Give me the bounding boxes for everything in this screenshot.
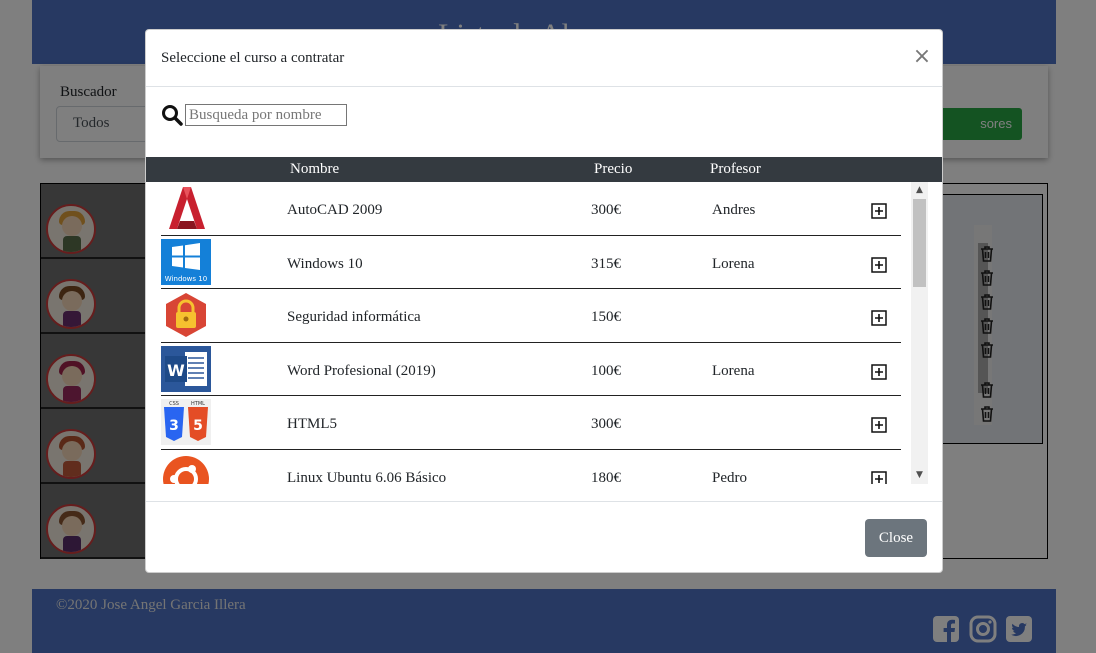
windows10-caption: Windows 10 xyxy=(165,275,207,283)
course-price: 150€ xyxy=(591,309,621,325)
column-header-teacher: Profesor xyxy=(710,161,761,177)
autocad-icon xyxy=(161,185,211,231)
table-row: Linux Ubuntu 6.06 Básico 180€ Pedro xyxy=(161,450,901,485)
svg-text:CSS: CSS xyxy=(169,401,179,407)
course-name: AutoCAD 2009 xyxy=(287,202,383,218)
course-name: Word Profesional (2019) xyxy=(287,362,436,379)
table-row: Seguridad informática 150€ xyxy=(161,289,901,343)
course-name: Linux Ubuntu 6.06 Básico xyxy=(287,469,447,485)
modal-footer: Close xyxy=(146,501,942,572)
svg-text:5: 5 xyxy=(193,418,203,434)
close-button[interactable]: Close xyxy=(865,519,927,557)
courses-list: AutoCAD 2009 300€ Andres Windows 10 Wind… xyxy=(161,182,928,484)
table-header: Nombre Precio Profesor xyxy=(146,157,942,182)
modal-header: Seleccione el curso a contratar × xyxy=(146,30,942,87)
plus-square-icon[interactable] xyxy=(871,363,887,380)
plus-square-icon[interactable] xyxy=(871,256,887,273)
svg-text:W: W xyxy=(167,361,185,380)
scrollbar-thumb[interactable] xyxy=(913,199,926,287)
course-teacher: Lorena xyxy=(712,362,755,379)
course-price: 315€ xyxy=(591,255,621,272)
svg-text:HTML: HTML xyxy=(191,401,205,407)
course-price: 180€ xyxy=(591,469,621,485)
course-price: 100€ xyxy=(591,362,621,379)
list-scrollbar[interactable]: ▲ ▼ xyxy=(911,182,928,484)
course-teacher: Pedro xyxy=(712,469,747,485)
table-row: CSS HTML 3 5 HTML5 300€ xyxy=(161,396,901,450)
scroll-up-icon[interactable]: ▲ xyxy=(911,182,928,199)
course-teacher: Lorena xyxy=(712,255,755,272)
table-row: W Word Profesional (2019) 100€ Lorena xyxy=(161,343,901,396)
column-header-name: Nombre xyxy=(290,161,340,177)
svg-text:3: 3 xyxy=(169,418,179,434)
scroll-down-icon[interactable]: ▼ xyxy=(911,467,928,484)
modal-title: Seleccione el curso a contratar xyxy=(161,50,345,66)
search-icon xyxy=(161,104,183,126)
table-row: AutoCAD 2009 300€ Andres xyxy=(161,182,901,236)
course-price: 300€ xyxy=(591,202,621,218)
column-header-price: Precio xyxy=(594,161,633,177)
plus-square-icon[interactable] xyxy=(871,203,887,219)
course-price: 300€ xyxy=(591,416,621,432)
html5-css3-icon: CSS HTML 3 5 xyxy=(161,399,211,445)
word-icon: W xyxy=(161,345,211,392)
windows10-icon: Windows 10 xyxy=(161,238,211,285)
course-name: Seguridad informática xyxy=(287,309,421,325)
plus-square-icon[interactable] xyxy=(871,310,887,326)
ubuntu-icon xyxy=(161,453,211,484)
course-name: HTML5 xyxy=(287,416,337,432)
plus-square-icon[interactable] xyxy=(871,417,887,433)
close-icon[interactable]: × xyxy=(912,46,932,68)
table-row: Windows 10 Windows 10 315€ Lorena xyxy=(161,236,901,289)
search-input[interactable] xyxy=(185,104,347,126)
security-lock-icon xyxy=(161,292,211,338)
course-select-modal: Seleccione el curso a contratar × Nombre… xyxy=(145,29,943,573)
plus-square-icon[interactable] xyxy=(871,470,887,484)
course-name: Windows 10 xyxy=(287,255,363,272)
course-teacher: Andres xyxy=(712,202,756,218)
